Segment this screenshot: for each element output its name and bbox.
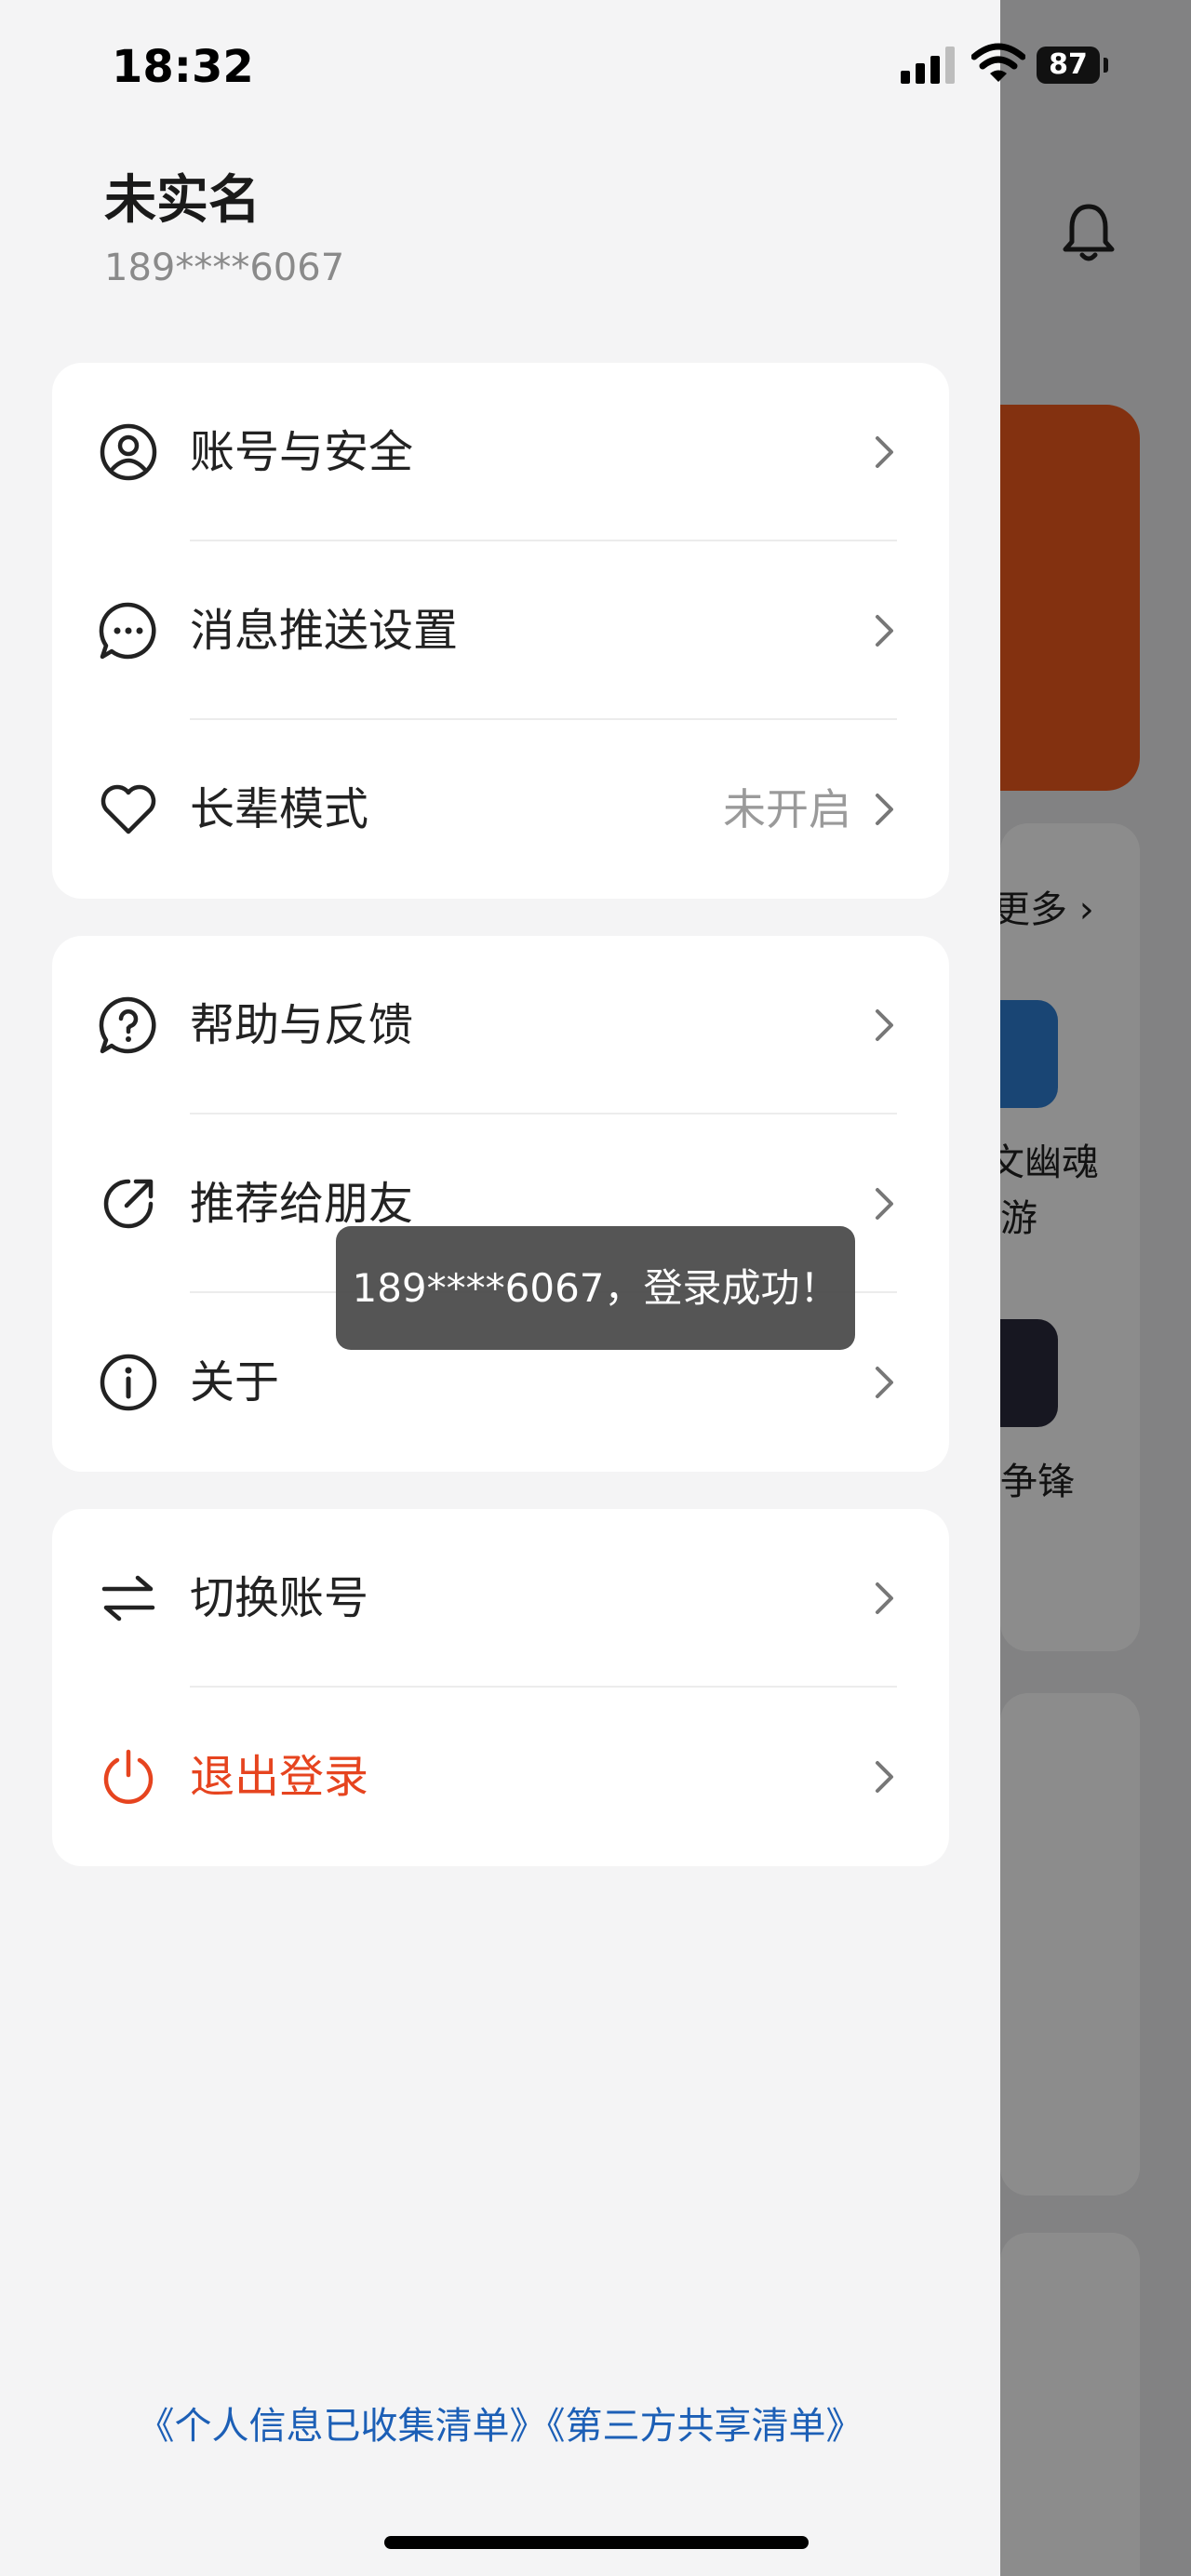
elder-mode-status: 未开启 [723, 784, 851, 834]
menu-item-switch-account[interactable]: 切换账号 [52, 1509, 949, 1688]
menu-item-logout[interactable]: 退出登录 [52, 1688, 949, 1866]
menu-item-push-settings[interactable]: 消息推送设置 [52, 541, 949, 720]
switch-arrows-icon [101, 1575, 155, 1622]
share-arrow-icon [103, 1179, 154, 1229]
home-indicator[interactable] [384, 2536, 809, 2549]
menu-item-label: 消息推送设置 [190, 605, 459, 657]
chevron-right-icon [876, 794, 893, 825]
menu-card-account: 账号与安全 消息推送设置 长辈模式 未开启 [52, 363, 949, 899]
menu-item-label: 退出登录 [190, 1751, 369, 1803]
menu-item-label: 切换账号 [190, 1572, 369, 1624]
chevron-right-icon [876, 1188, 893, 1220]
chevron-right-icon [876, 1367, 893, 1398]
menu-item-label: 账号与安全 [190, 426, 414, 478]
wifi-icon [971, 43, 1025, 82]
menu-item-help-feedback[interactable]: 帮助与反馈 [52, 936, 949, 1114]
chevron-right-icon [876, 615, 893, 647]
menu-card-support: 帮助与反馈 推荐给朋友 关于 [52, 936, 949, 1472]
footer-links: 《个人信息已收集清单》《第三方共享清单》 [0, 2398, 1000, 2454]
menu-item-elder-mode[interactable]: 长辈模式 未开启 [52, 720, 949, 899]
menu-item-label: 关于 [190, 1356, 280, 1408]
user-circle-icon [100, 423, 157, 481]
menu-item-account-security[interactable]: 账号与安全 [52, 363, 949, 541]
chevron-right-icon [876, 436, 893, 468]
signal-icon [901, 47, 955, 84]
chevron-right-icon [876, 1761, 893, 1793]
user-phone: 189****6067 [104, 247, 345, 289]
battery-tip [1104, 58, 1108, 73]
toast-message: 189****6067，登录成功！ [336, 1226, 855, 1350]
status-time: 18:32 [112, 41, 254, 93]
heart-icon [100, 784, 156, 834]
user-name[interactable]: 未实名 [104, 166, 261, 236]
menu-item-label: 长辈模式 [190, 783, 369, 835]
overlay-dim[interactable] [1000, 0, 1191, 2576]
personal-info-list-link[interactable]: 《个人信息已收集清单》 [138, 2405, 547, 2448]
power-icon [103, 1749, 154, 1804]
menu-card-session: 切换账号 退出登录 [52, 1509, 949, 1866]
info-icon [100, 1354, 157, 1411]
help-question-icon [99, 996, 156, 1054]
chat-bubble-icon [99, 602, 156, 660]
battery-icon: 87 [1037, 47, 1100, 84]
menu-item-label: 帮助与反馈 [190, 999, 414, 1051]
menu-item-label: 推荐给朋友 [190, 1178, 414, 1230]
chevron-right-icon [876, 1009, 893, 1041]
third-party-share-list-link[interactable]: 《第三方共享清单》 [547, 2405, 863, 2448]
chevron-right-icon [876, 1582, 893, 1614]
